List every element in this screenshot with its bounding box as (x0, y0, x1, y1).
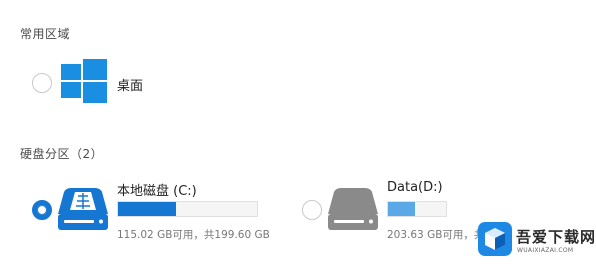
drive-c-radio[interactable] (32, 200, 52, 220)
drive-c-space-text: 115.02 GB可用，共199.60 GB (117, 229, 270, 241)
section-title-common: 常用区域 (20, 27, 71, 41)
section-title-disk: 硬盘分区（2） (20, 147, 104, 161)
cube-logo-icon (478, 222, 512, 256)
drive-icon (328, 188, 378, 230)
watermark-text: 吾爱下载网 (516, 228, 596, 246)
drive-d-usage-fill (388, 202, 415, 216)
disk-selector-panel: 常用区域 桌面 硬盘分区（2） 本地磁盘 (C:) 115.02 GB可用，共1… (0, 0, 596, 280)
drive-c-usage-fill (118, 202, 177, 216)
drive-d-usage-bar (387, 201, 447, 217)
drive-icon (58, 188, 108, 230)
drive-d-space-text: 203.63 GB可用，共 (387, 229, 485, 241)
drive-d-name: Data(D:) (387, 180, 443, 195)
drive-d-radio[interactable] (302, 200, 322, 220)
drive-c-usage-bar (117, 201, 258, 217)
watermark-subtext: WUAIXIAZAI.COM (517, 247, 574, 254)
windows-logo-icon (61, 59, 107, 103)
drive-c-name: 本地磁盘 (C:) (117, 184, 197, 199)
desktop-label: 桌面 (117, 79, 144, 94)
desktop-radio[interactable] (32, 73, 52, 93)
